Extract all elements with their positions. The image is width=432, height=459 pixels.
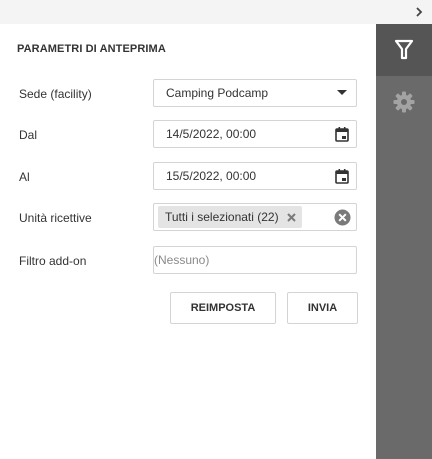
dal-calendar-button[interactable] — [328, 126, 356, 142]
dal-label: Dal — [19, 128, 38, 142]
chevron-right-icon — [416, 7, 423, 17]
filtro-placeholder: (Nessuno) — [154, 253, 210, 267]
al-calendar-button[interactable] — [328, 168, 356, 184]
filter-icon — [394, 39, 414, 60]
unita-label: Unità ricettive — [19, 211, 92, 225]
collapse-panel-button[interactable] — [410, 3, 428, 21]
sede-select[interactable]: Camping Podcamp — [153, 79, 357, 107]
filter-tab-button[interactable] — [376, 24, 432, 76]
dal-datetime-field[interactable]: 14/5/2022, 00:00 — [153, 120, 357, 148]
calendar-icon — [335, 168, 349, 184]
gear-icon — [393, 91, 415, 113]
unita-multiselect[interactable]: Tutti i selezionati (22) — [153, 203, 357, 231]
clear-selection-button[interactable] — [328, 209, 356, 226]
close-icon — [286, 212, 296, 222]
calendar-icon — [335, 126, 349, 142]
al-label: Al — [19, 170, 30, 184]
filtro-label: Filtro add-on — [19, 254, 87, 268]
selected-tag: Tutti i selezionati (22) — [158, 206, 302, 228]
sede-value: Camping Podcamp — [166, 86, 269, 100]
sede-label: Sede (facility) — [19, 87, 92, 101]
dal-value: 14/5/2022, 00:00 — [166, 127, 257, 141]
filtro-addon-field[interactable]: (Nessuno) — [153, 246, 357, 274]
al-value: 15/5/2022, 00:00 — [166, 169, 257, 183]
al-datetime-field[interactable]: 15/5/2022, 00:00 — [153, 162, 357, 190]
top-bar — [0, 0, 432, 25]
submit-button[interactable]: INVIA — [287, 292, 358, 324]
settings-tab-button[interactable] — [376, 76, 432, 128]
clear-circle-icon — [334, 209, 350, 225]
caret-down-icon — [337, 90, 347, 95]
right-sidebar — [376, 24, 432, 459]
preview-parameters-panel: PARAMETRI DI ANTEPRIMA Sede (facility) C… — [0, 24, 376, 459]
tag-remove-button[interactable] — [286, 212, 296, 222]
tag-label: Tutti i selezionati (22) — [165, 210, 279, 224]
reset-button[interactable]: REIMPOSTA — [170, 292, 276, 324]
dropdown-button[interactable] — [328, 90, 356, 96]
panel-title: PARAMETRI DI ANTEPRIMA — [17, 43, 166, 55]
